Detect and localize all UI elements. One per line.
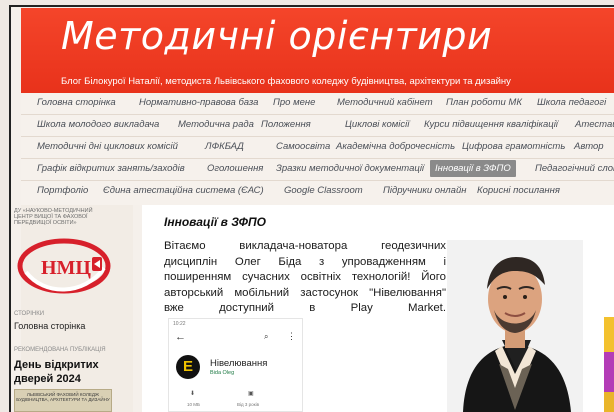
download-size-icon: ⬇ <box>190 391 196 397</box>
app-developer: Bida Oleg <box>210 370 235 376</box>
nav-pedagogical-dictionary[interactable]: Педагогічний слов <box>535 163 614 174</box>
nav-pedagogy-school[interactable]: Школа педагогі <box>537 97 606 108</box>
post-body: Вітаємо викладача-новатора геодезичних д… <box>164 239 446 317</box>
nav-young-teacher-school[interactable]: Школа молодого викладача <box>37 119 159 130</box>
nmc-organization-name: ДУ «НАУКОВО-МЕТОДИЧНИЙ ЦЕНТР ВИЩОЇ ТА ФА… <box>14 208 93 226</box>
nav-digital-literacy[interactable]: Цифрова грамотність <box>462 141 565 152</box>
phone-status-time: 10:22 <box>173 321 186 327</box>
nav-lfkbad[interactable]: ЛФКБАД <box>205 141 244 152</box>
app-name: Нівелювання <box>210 358 268 369</box>
nav-self-education[interactable]: Самоосвіта <box>276 141 330 152</box>
nav-attestation[interactable]: Атестац <box>575 119 614 130</box>
featured-post-thumbnail[interactable]: ЛЬВІВСЬКИЙ ФАХОВИЙ КОЛЕДЖ БУДІВНИЦТВА, А… <box>14 389 112 412</box>
leveling-app-icon: E <box>176 355 200 379</box>
teacher-photo <box>447 240 583 412</box>
nav-regulatory-base[interactable]: Нормативно-правова база <box>139 97 258 108</box>
nav-document-samples[interactable]: Зразки методичної документації <box>276 163 424 174</box>
nav-home[interactable]: Головна сторінка <box>37 97 116 108</box>
nav-portfolio[interactable]: Портфоліо <box>37 185 88 196</box>
search-icon: ⌕ <box>264 332 269 341</box>
post-line: поширенням сучасних освітніх технологій!… <box>164 271 446 284</box>
nav-training-courses[interactable]: Курси підвищення кваліфікації <box>424 119 558 130</box>
right-side-banner <box>604 317 614 412</box>
age-rating: Від 3 років <box>237 402 259 407</box>
nav-about-me[interactable]: Про мене <box>273 97 315 108</box>
post-line: Вітаємо викладача-новатора геодезичних <box>164 240 446 252</box>
nav-regulations[interactable]: Положення <box>261 119 311 130</box>
back-arrow-icon: ← <box>175 331 186 343</box>
featured-thumbnail-caption: ЛЬВІВСЬКИЙ ФАХОВИЙ КОЛЕДЖ БУДІВНИЦТВА, А… <box>16 392 110 402</box>
nav-author[interactable]: Автор <box>574 141 604 152</box>
app-size: 10 МБ <box>187 402 200 407</box>
blog-title[interactable]: Методичні орієнтири <box>61 14 492 58</box>
post-line: вже доступний в Play Market. <box>164 302 446 315</box>
post-line: дисциплін Олег Біда з упровадженням і <box>164 255 446 268</box>
sidebar-home-link[interactable]: Головна сторінка <box>14 321 85 331</box>
blog-header: Методичні орієнтири Блог Білокурої Натал… <box>21 8 614 93</box>
nav-announcements[interactable]: Оголошення <box>207 163 263 174</box>
app-store-screenshot: 10:22 ← ⌕ ⋮ E Нівелювання Bida Oleg ⬇ 10… <box>168 318 303 412</box>
age-rating-icon: ▣ <box>248 391 254 397</box>
nav-work-plan[interactable]: План роботи МК <box>446 97 522 108</box>
logo-text: НМЦ <box>41 257 91 279</box>
pages-heading: СТОРІНКИ <box>14 311 45 317</box>
nav-online-textbooks[interactable]: Підручники онлайн <box>383 185 466 196</box>
blog-description: Блог Білокурої Наталії, методиста Львівс… <box>61 76 511 87</box>
featured-post-title[interactable]: День відкритих дверей 2024 <box>14 358 112 386</box>
more-options-icon: ⋮ <box>287 331 296 341</box>
nav-innovations[interactable]: Інновації в ЗФПО <box>430 160 516 177</box>
nav-methodical-days[interactable]: Методичні дні циклових комісій <box>37 141 178 152</box>
nav-methodical-office[interactable]: Методичний кабінет <box>337 97 433 108</box>
post-title[interactable]: Інновації в ЗФПО <box>164 215 266 229</box>
main-navigation: Головна сторінка Нормативно-правова база… <box>21 93 614 205</box>
nav-cycle-commissions[interactable]: Циклові комісії <box>345 119 409 130</box>
nav-useful-links[interactable]: Корисні посилання <box>477 185 560 196</box>
nav-google-classroom[interactable]: Google Classroom <box>284 185 363 196</box>
nav-methodical-council[interactable]: Методична рада <box>178 119 254 130</box>
nmc-logo[interactable]: НМЦ <box>14 232 114 300</box>
featured-post-heading: РЕКОМЕНДОВАНА ПУБЛІКАЦІЯ <box>14 347 106 353</box>
nav-academic-integrity[interactable]: Академічна доброчесність <box>336 141 455 152</box>
post-line: авторський мобільний застосунок "Нівелюв… <box>164 286 446 299</box>
nav-unified-attestation-system[interactable]: Єдина атестаційна система (ЄАС) <box>103 185 264 196</box>
nav-open-lessons-schedule[interactable]: Графік відкритих занять/заходів <box>37 163 185 174</box>
